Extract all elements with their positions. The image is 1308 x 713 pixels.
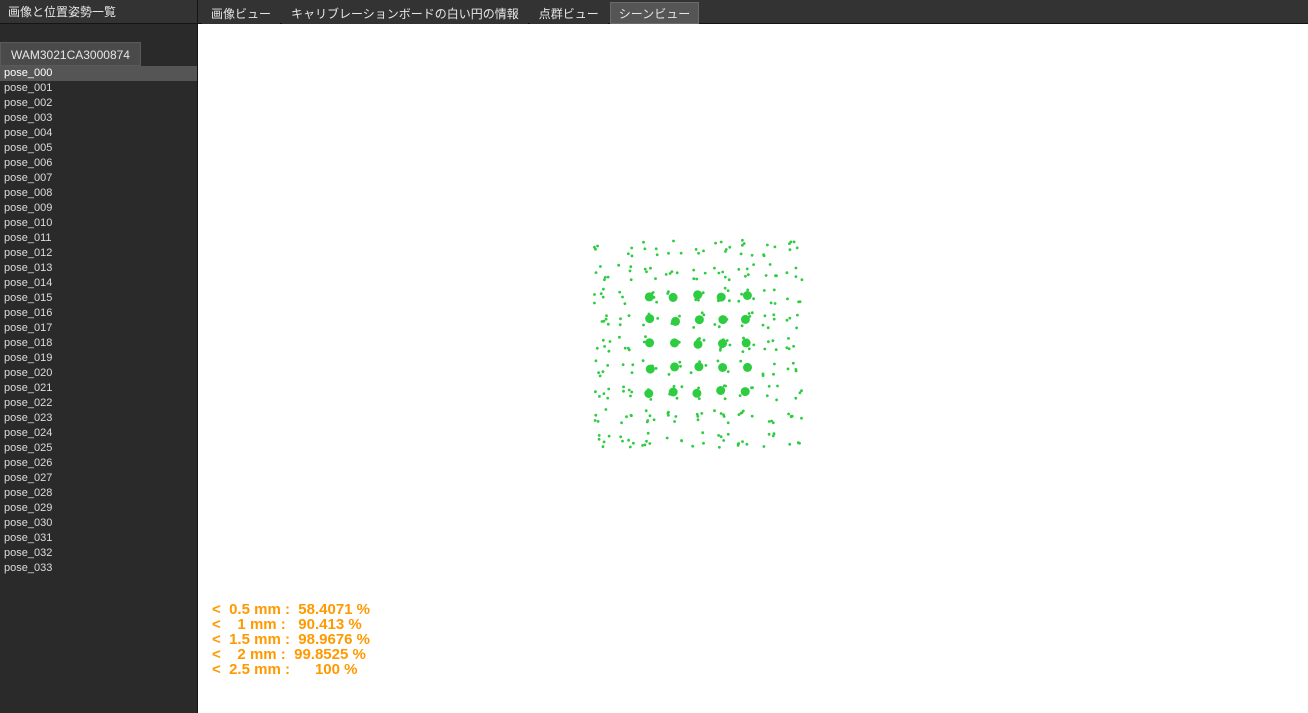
pose-list-item[interactable]: pose_017 <box>0 321 197 336</box>
pose-list-item[interactable]: pose_029 <box>0 501 197 516</box>
camera-tab[interactable]: WAM3021CA3000874 <box>0 42 141 66</box>
pose-list-item[interactable]: pose_003 <box>0 111 197 126</box>
view-tab[interactable]: キャリブレーションボードの白い円の情報 <box>282 2 528 24</box>
error-stat-row: < 2.5 mm : 100 % <box>212 662 370 677</box>
pose-list-item[interactable]: pose_005 <box>0 141 197 156</box>
pose-list-item[interactable]: pose_009 <box>0 201 197 216</box>
main-area: 画像ビューキャリブレーションボードの白い円の情報点群ビューシーンビュー < 0.… <box>198 0 1308 713</box>
error-stat-row: < 0.5 mm : 58.4071 % <box>212 602 370 617</box>
scene-point-cloud <box>578 224 818 464</box>
pose-list-item[interactable]: pose_016 <box>0 306 197 321</box>
pose-list-item[interactable]: pose_030 <box>0 516 197 531</box>
camera-tab-bar: WAM3021CA3000874 <box>0 42 197 66</box>
pose-list-item[interactable]: pose_012 <box>0 246 197 261</box>
pose-list-item[interactable]: pose_013 <box>0 261 197 276</box>
view-tab[interactable]: シーンビュー <box>610 2 699 24</box>
pose-list-item[interactable]: pose_000 <box>0 66 197 81</box>
pose-list-item[interactable]: pose_026 <box>0 456 197 471</box>
sidebar-title: 画像と位置姿勢一覧 <box>0 0 197 24</box>
pose-list-item[interactable]: pose_004 <box>0 126 197 141</box>
view-tab[interactable]: 画像ビュー <box>202 2 280 24</box>
pose-list[interactable]: pose_000pose_001pose_002pose_003pose_004… <box>0 66 197 713</box>
pose-list-item[interactable]: pose_024 <box>0 426 197 441</box>
pose-list-item[interactable]: pose_028 <box>0 486 197 501</box>
pose-list-item[interactable]: pose_008 <box>0 186 197 201</box>
pose-list-item[interactable]: pose_019 <box>0 351 197 366</box>
pose-list-item[interactable]: pose_022 <box>0 396 197 411</box>
view-tab-bar: 画像ビューキャリブレーションボードの白い円の情報点群ビューシーンビュー <box>198 0 1308 24</box>
view-tab[interactable]: 点群ビュー <box>530 2 608 24</box>
sidebar: 画像と位置姿勢一覧 WAM3021CA3000874 pose_000pose_… <box>0 0 198 713</box>
pose-list-item[interactable]: pose_011 <box>0 231 197 246</box>
pose-list-item[interactable]: pose_023 <box>0 411 197 426</box>
pose-list-item[interactable]: pose_025 <box>0 441 197 456</box>
pose-list-item[interactable]: pose_010 <box>0 216 197 231</box>
pose-list-item[interactable]: pose_015 <box>0 291 197 306</box>
error-stat-row: < 2 mm : 99.8525 % <box>212 647 370 662</box>
pose-list-item[interactable]: pose_020 <box>0 366 197 381</box>
error-stats-overlay: < 0.5 mm : 58.4071 %< 1 mm : 90.413 %< 1… <box>212 602 370 677</box>
pose-list-item[interactable]: pose_006 <box>0 156 197 171</box>
pose-list-item[interactable]: pose_027 <box>0 471 197 486</box>
error-stat-row: < 1 mm : 90.413 % <box>212 617 370 632</box>
pose-list-item[interactable]: pose_002 <box>0 96 197 111</box>
pose-list-item[interactable]: pose_032 <box>0 546 197 561</box>
pose-list-item[interactable]: pose_018 <box>0 336 197 351</box>
scene-viewport[interactable]: < 0.5 mm : 58.4071 %< 1 mm : 90.413 %< 1… <box>198 24 1308 713</box>
pose-list-item[interactable]: pose_007 <box>0 171 197 186</box>
pose-list-item[interactable]: pose_014 <box>0 276 197 291</box>
error-stat-row: < 1.5 mm : 98.9676 % <box>212 632 370 647</box>
pose-list-item[interactable]: pose_033 <box>0 561 197 576</box>
pose-list-item[interactable]: pose_031 <box>0 531 197 546</box>
pose-list-item[interactable]: pose_021 <box>0 381 197 396</box>
pose-list-item[interactable]: pose_001 <box>0 81 197 96</box>
